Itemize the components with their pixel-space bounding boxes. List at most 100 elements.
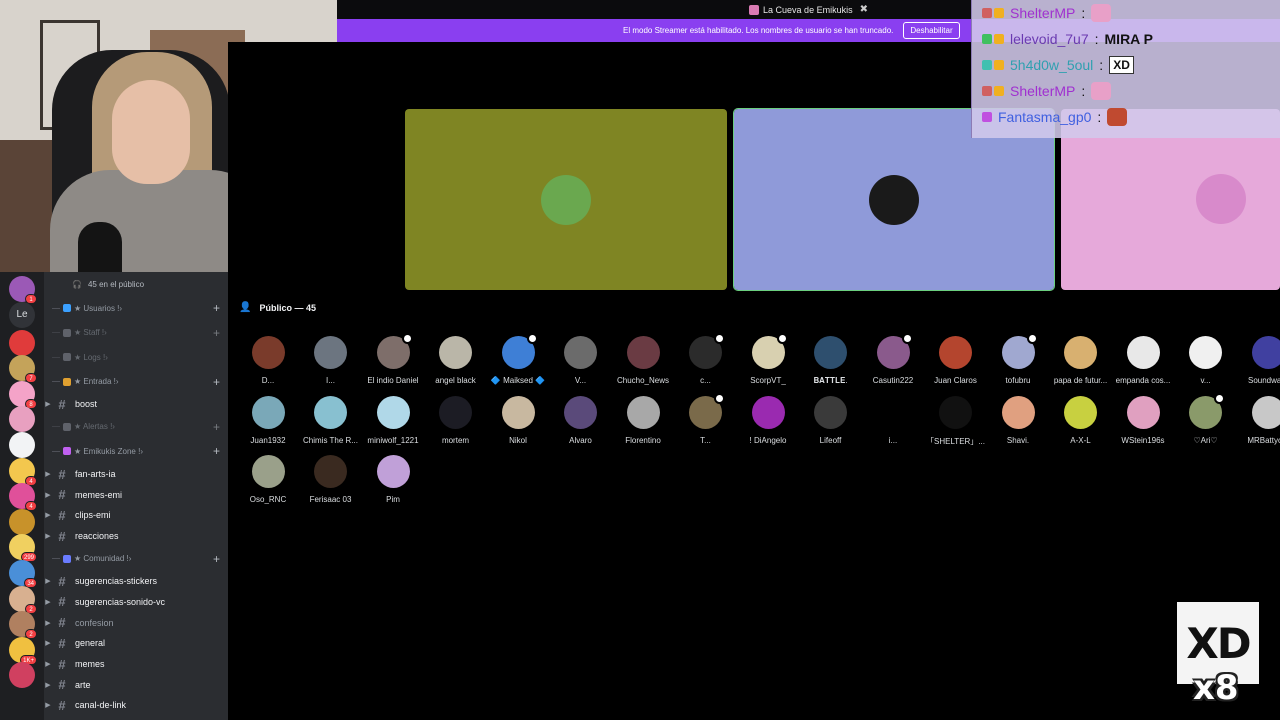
audience-member[interactable]: Alvaro xyxy=(550,396,612,445)
audience-member[interactable]: Oso_RNC xyxy=(237,455,299,504)
username: papa de futur... xyxy=(1053,376,1108,385)
category-row[interactable]: ★ Logs ! › xyxy=(44,345,228,370)
audience-member[interactable]: V... xyxy=(550,336,612,385)
server-icon[interactable] xyxy=(9,662,35,689)
disable-streamer-mode-button[interactable]: Deshabilitar xyxy=(903,22,960,39)
channel-item-fan-arts-ia[interactable]: ▶ # fan-arts-ia xyxy=(44,464,228,485)
audience-member[interactable]: angel black xyxy=(425,336,487,385)
audience-member[interactable]: Lifeoff xyxy=(800,396,862,445)
add-channel-icon[interactable]: + xyxy=(213,552,220,566)
channel-item-reacciones[interactable]: ▶ # reacciones xyxy=(44,526,228,547)
chat-message: lelevoid_7u7: MIRA P xyxy=(972,26,1280,52)
audience-member[interactable]: Florentino xyxy=(612,396,674,445)
server-icon[interactable]: 4 xyxy=(9,483,37,512)
server-icon[interactable]: 7 xyxy=(9,355,37,384)
channel-item-sugerencias-stickers[interactable]: ▶ # sugerencias-stickers xyxy=(44,571,228,592)
server-icon[interactable]: 8 xyxy=(9,380,37,409)
audience-member[interactable]: Juan1932 xyxy=(237,396,299,445)
channel-item-arte[interactable]: ▶ # arte xyxy=(44,674,228,695)
audience-member[interactable]: 「SHELTER」... xyxy=(925,396,987,447)
hash-icon: # xyxy=(58,656,66,672)
server-icon[interactable]: 1K+ xyxy=(9,636,37,665)
audience-member[interactable]: 🔷 Maiksed 🔷 xyxy=(487,333,549,385)
channel-item-general[interactable]: ▶ # general xyxy=(44,633,228,654)
audience-member[interactable]: ! DiAngelo xyxy=(737,396,799,445)
server-icon xyxy=(749,4,760,15)
badge-icon xyxy=(994,86,1004,96)
server-icon[interactable]: 1 xyxy=(9,276,37,304)
audience-member[interactable]: MRBattyc... xyxy=(1237,396,1280,445)
category-row[interactable]: ★ Usuarios ! › + xyxy=(44,296,228,321)
chat-username: ShelterMP xyxy=(1010,83,1076,99)
server-title: La Cueva de Emikukis xyxy=(763,4,853,15)
audience-member[interactable]: empanda cos... xyxy=(1112,336,1174,385)
audience-member[interactable]: 𝐁𝐀𝐓𝐓𝐋𝐄. xyxy=(800,336,862,386)
audience-member[interactable]: Nikol xyxy=(487,396,549,445)
audience-member[interactable]: miniwolf_1221 xyxy=(362,396,424,445)
username: Chimis The R... xyxy=(303,436,358,445)
category-row[interactable]: ★ Entrada ! › + xyxy=(44,370,228,395)
raised-hand-icon xyxy=(526,333,538,344)
audience-member[interactable]: WStein196s xyxy=(1112,396,1174,445)
audience-member[interactable]: Casutin222 xyxy=(862,333,924,385)
add-channel-icon[interactable]: + xyxy=(213,375,220,389)
server-icon[interactable] xyxy=(9,508,35,535)
avatar xyxy=(939,396,972,429)
channel-label: reacciones xyxy=(75,531,119,542)
channel-item-clips-emi[interactable]: ▶ # clips-emi xyxy=(44,505,228,526)
audience-member[interactable]: papa de futur... xyxy=(1050,336,1112,385)
add-channel-icon[interactable]: + xyxy=(213,326,220,340)
audience-member[interactable]: T... xyxy=(675,393,737,445)
server-icon[interactable]: 4 xyxy=(9,457,37,486)
audience-member[interactable]: c... xyxy=(675,333,737,385)
audience-member[interactable]: ♡Ari♡ xyxy=(1175,393,1237,445)
category-icon xyxy=(63,422,71,431)
server-icon-current[interactable]: Le xyxy=(9,301,35,328)
server-icon[interactable]: 2 xyxy=(9,585,37,614)
audience-member[interactable]: D... xyxy=(237,336,299,385)
audience-member[interactable]: Chimis The R... xyxy=(300,396,362,445)
category-row[interactable]: ★ Comunidad ! › + xyxy=(44,546,228,571)
add-channel-icon[interactable]: + xyxy=(213,444,220,458)
audience-member[interactable]: Chucho_News xyxy=(612,336,674,385)
server-icon[interactable] xyxy=(9,329,35,356)
audience-member[interactable]: El indio Daniel xyxy=(362,333,424,385)
add-channel-icon[interactable]: + xyxy=(213,301,220,315)
audience-member[interactable]: Pim xyxy=(362,455,424,504)
chat-username: Fantasma_gp0 xyxy=(998,109,1092,125)
channel-item-memes-emi[interactable]: ▶ # memes-emi xyxy=(44,484,228,505)
server-icon[interactable] xyxy=(9,432,35,458)
avatar xyxy=(376,333,413,369)
server-icon[interactable] xyxy=(9,406,35,433)
server-icon[interactable]: 34 xyxy=(9,560,37,588)
category-icon xyxy=(63,447,71,456)
add-channel-icon[interactable]: + xyxy=(213,420,220,434)
audience-member[interactable]: A-X-L xyxy=(1050,396,1112,445)
channel-item-confesion[interactable]: ▶ # confesion xyxy=(44,612,228,633)
server-icon[interactable]: 299 xyxy=(9,534,37,563)
audience-member[interactable]: mortem xyxy=(425,396,487,445)
audience-member[interactable]: Juan Claros xyxy=(925,336,987,385)
category-row[interactable]: ★ Alertas ! › + xyxy=(44,415,228,440)
speaker-tile[interactable] xyxy=(405,109,727,290)
audience-count-row[interactable]: 🎧 45 en el público xyxy=(44,272,228,296)
category-row[interactable]: ★ Emikukis Zone ! › + xyxy=(44,439,228,464)
audience-member[interactable]: I... xyxy=(300,336,362,385)
server-icon[interactable]: 2 xyxy=(9,611,37,640)
caret-icon: ▶ xyxy=(45,401,51,409)
audience-member[interactable]: v... xyxy=(1175,336,1237,385)
category-row[interactable]: ★ Staff ! › + xyxy=(44,321,228,346)
close-icon[interactable]: ✖ xyxy=(860,4,868,15)
channel-item-sugerencias-sonido-vc[interactable]: ▶ # sugerencias-sonido-vc xyxy=(44,592,228,613)
username: 🔷 Maiksed 🔷 xyxy=(490,376,546,385)
channel-item-canal-de-link[interactable]: ▶ # canal-de-link xyxy=(44,695,228,716)
audience-member[interactable]: Shavi. xyxy=(987,396,1049,445)
audience-member[interactable]: i... xyxy=(862,396,924,445)
channel-item-memes[interactable]: ▶ # memes xyxy=(44,654,228,675)
audience-member[interactable]: Ferisaac 03 xyxy=(300,455,362,504)
channel-item-boost[interactable]: ▶ # boost xyxy=(44,394,228,415)
audience-member[interactable]: Soundwa... xyxy=(1237,336,1280,385)
audience-member[interactable]: ScorpVT_ xyxy=(737,333,799,385)
audience-member[interactable]: tofubru xyxy=(987,333,1049,385)
chat-text: MIRA P xyxy=(1104,31,1153,47)
